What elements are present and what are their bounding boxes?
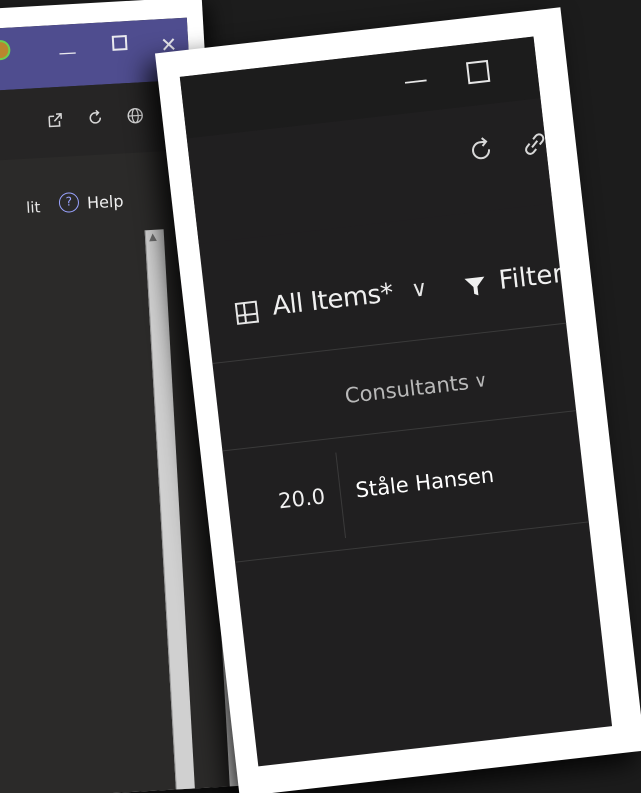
avatar[interactable] bbox=[0, 39, 11, 61]
minimize-button[interactable]: — bbox=[58, 42, 77, 64]
help-button-label[interactable]: Help bbox=[86, 191, 123, 212]
front-window-card: — All Items* ∨ Filter Consultants ∨ 20.0… bbox=[154, 7, 641, 793]
help-icon[interactable]: ? bbox=[58, 191, 80, 214]
maximize-button[interactable] bbox=[465, 59, 491, 85]
refresh-icon[interactable] bbox=[86, 108, 105, 132]
table-cell-consultant[interactable]: Ståle Hansen bbox=[354, 463, 495, 503]
open-external-icon[interactable] bbox=[46, 111, 65, 135]
cell-divider bbox=[335, 452, 347, 539]
list-view-icon bbox=[234, 299, 261, 326]
screenshot-collage: — ✕ lit ? Help ▲ — All Items* ∨ Filter C… bbox=[0, 0, 641, 793]
column-header-consultants[interactable]: Consultants bbox=[344, 370, 470, 408]
scroll-up-icon[interactable]: ▲ bbox=[149, 232, 157, 243]
link-icon[interactable] bbox=[518, 127, 552, 167]
front-window: — All Items* ∨ Filter Consultants ∨ 20.0… bbox=[179, 36, 613, 767]
minimize-button[interactable]: — bbox=[402, 65, 429, 96]
filter-icon[interactable] bbox=[462, 273, 489, 300]
filter-button-label[interactable]: Filter bbox=[497, 259, 564, 296]
edit-button-fragment[interactable]: lit bbox=[26, 198, 41, 217]
globe-icon[interactable] bbox=[126, 106, 145, 130]
maximize-button[interactable] bbox=[111, 35, 128, 51]
chevron-down-icon[interactable]: ∨ bbox=[410, 276, 429, 303]
table-cell-number: 20.0 bbox=[277, 484, 327, 514]
chevron-down-icon[interactable]: ∨ bbox=[473, 370, 488, 392]
refresh-icon[interactable] bbox=[464, 134, 498, 175]
view-selector-label[interactable]: All Items* bbox=[271, 278, 395, 322]
